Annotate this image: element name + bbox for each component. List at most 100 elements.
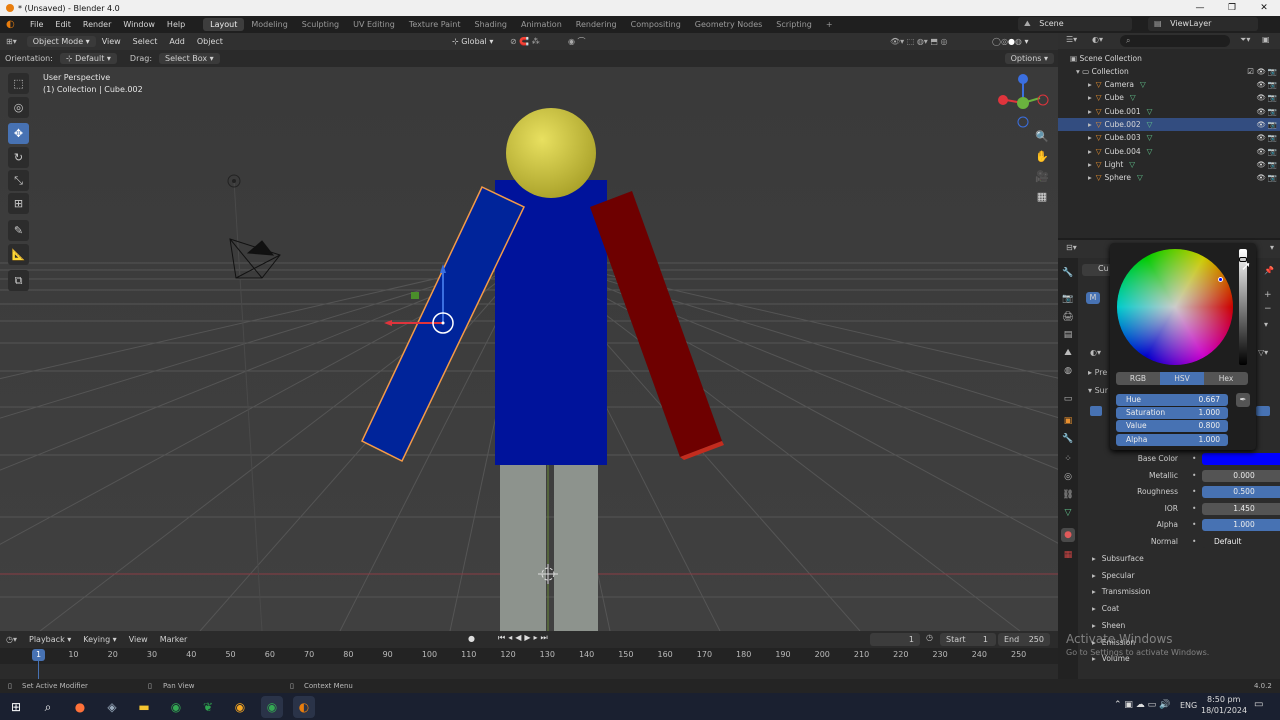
add-cube-tool-icon[interactable]: ⧉ xyxy=(8,270,29,291)
outliner-item[interactable]: ▸ ▽ Cube.002 ▽ 👁 📷 xyxy=(1058,117,1280,131)
measure-tool-icon[interactable]: 📐 xyxy=(8,244,29,265)
viewport-menu-select[interactable]: Select xyxy=(127,36,164,47)
visibility-eye-icon[interactable]: 👁 xyxy=(1256,171,1266,184)
render-tab-icon[interactable]: 📷 xyxy=(1061,292,1075,306)
expand-arrow-icon[interactable]: ▸ xyxy=(1092,587,1096,596)
timeline-editor-type-icon[interactable]: ◷▾ xyxy=(0,634,23,645)
property-value-field[interactable]: 0.500 xyxy=(1202,486,1280,499)
workspace-tab-modeling[interactable]: Modeling xyxy=(244,18,294,31)
leaf-app-icon[interactable]: ❦ xyxy=(197,696,219,718)
expand-arrow-icon[interactable]: ▸ xyxy=(1092,604,1096,613)
object-data-icon[interactable]: ▽ xyxy=(1140,80,1146,89)
property-value-field[interactable]: 0.000 xyxy=(1202,469,1280,482)
menu-render[interactable]: Render xyxy=(77,20,117,29)
viewport-menu-object[interactable]: Object xyxy=(191,36,229,47)
filter-icon[interactable]: ⏷▾ xyxy=(1240,35,1250,45)
output-tab-icon[interactable]: 🖨 xyxy=(1061,310,1075,324)
view-layer-selector[interactable]: ▤ ViewLayer xyxy=(1148,17,1258,31)
timeline-menu-playback[interactable]: Playback ▾ xyxy=(23,634,77,645)
render-camera-icon[interactable]: 📷 xyxy=(1268,118,1277,131)
rotate-tool-icon[interactable]: ↻ xyxy=(8,147,29,168)
clock-icon[interactable]: ◷ xyxy=(926,633,933,642)
object-data-icon[interactable]: ▽ xyxy=(1129,160,1135,169)
annotate-tool-icon[interactable]: ✎ xyxy=(8,220,29,241)
material-section[interactable]: ▸ Transmission xyxy=(1092,587,1150,596)
outliner-item[interactable]: ▸ ▽ Light ▽ 👁 📷 xyxy=(1058,158,1280,171)
expand-arrow-icon[interactable]: ▸ xyxy=(1092,554,1096,563)
display-mode-icon[interactable]: ◐▾ xyxy=(1092,35,1103,44)
scale-tool-icon[interactable]: ⤡ xyxy=(8,170,29,191)
render-camera-icon[interactable]: 📷 xyxy=(1268,171,1277,184)
saturation-field[interactable]: Saturation 1.000 xyxy=(1116,407,1228,419)
object-data-icon[interactable]: ▽ xyxy=(1147,147,1153,156)
pin-icon[interactable]: 📌 xyxy=(1264,266,1274,275)
minimize-button[interactable]: — xyxy=(1184,0,1216,16)
outliner-collection[interactable]: ▾ ▭ Collection ☑ 👁 📷 xyxy=(1058,65,1280,78)
tray-icons[interactable]: ⌃ ▣ ☁ ▭ 🔊 xyxy=(1114,700,1170,710)
material-section[interactable]: ▸ Specular xyxy=(1092,571,1135,580)
material-section[interactable]: ▸ Subsurface xyxy=(1092,554,1144,563)
workspace-tab-rendering[interactable]: Rendering xyxy=(569,18,624,31)
remove-slot-icon[interactable]: − xyxy=(1264,304,1272,314)
visibility-eye-icon[interactable]: 👁 xyxy=(1256,65,1266,78)
chrome-active-icon[interactable]: ◉ xyxy=(261,695,283,718)
transform-tool-icon[interactable]: ⊞ xyxy=(8,193,29,214)
chrome-icon[interactable]: ◉ xyxy=(165,696,187,718)
render-camera-icon[interactable]: 📷 xyxy=(1268,65,1277,78)
viewport-visibility-icons[interactable]: 👁▾ ⬚ ◍▾ ⬒ ◎ xyxy=(884,36,953,47)
scene-selector[interactable]: ⛰ Scene xyxy=(1018,17,1132,31)
expand-arrow-icon[interactable]: ▸ xyxy=(1088,133,1092,142)
hex-tab[interactable]: Hex xyxy=(1204,372,1248,385)
outliner-item[interactable]: ▸ ▽ Sphere ▽ 👁 📷 xyxy=(1058,171,1280,184)
properties-editor-type-icon[interactable]: ⊟▾ xyxy=(1066,243,1077,252)
menu-window[interactable]: Window xyxy=(117,20,161,29)
surface-section[interactable]: ▾ Sur xyxy=(1088,386,1108,395)
outliner-item[interactable]: ▸ ▽ Cube ▽ 👁 📷 xyxy=(1058,91,1280,104)
expand-arrow-icon[interactable]: ▸ xyxy=(1088,80,1092,89)
render-camera-icon[interactable]: 📷 xyxy=(1268,91,1277,104)
clock-date[interactable]: 18/01/2024 xyxy=(1201,706,1247,715)
view-layer-tab-icon[interactable]: ▤ xyxy=(1061,328,1075,342)
scene-tab-icon[interactable]: ⛰ xyxy=(1061,346,1075,360)
camera-view-icon[interactable]: 🎥 xyxy=(1032,167,1052,187)
expand-arrow-icon[interactable]: ▸ xyxy=(1088,107,1092,116)
playhead[interactable]: 1 xyxy=(32,649,45,661)
firefox-icon[interactable]: ● xyxy=(69,696,91,718)
move-tool-icon[interactable]: ✥ xyxy=(8,123,29,144)
timeline-ruler[interactable]: 1 10 20 30 40 50 60 70 80 90 100 110 120 130 140 150 16… xyxy=(0,648,1058,679)
material-section[interactable]: ▸ Coat xyxy=(1092,604,1119,613)
expand-arrow-icon[interactable]: ▸ xyxy=(1088,173,1092,182)
collection-tab-icon[interactable]: ▭ xyxy=(1061,392,1075,406)
color-wheel-cursor[interactable] xyxy=(1218,277,1223,282)
property-socket-icon[interactable]: • xyxy=(1192,452,1196,466)
blender-taskbar-icon[interactable]: ◐ xyxy=(293,695,315,718)
timeline-menu-view[interactable]: View xyxy=(123,634,154,645)
workspace-tab-geometry-nodes[interactable]: Geometry Nodes xyxy=(688,18,769,31)
property-socket-icon[interactable]: • xyxy=(1192,518,1196,532)
workspace-tab-layout[interactable]: Layout xyxy=(203,18,245,31)
visibility-eye-icon[interactable]: 👁 xyxy=(1256,145,1266,158)
visibility-eye-icon[interactable]: 👁 xyxy=(1256,91,1266,104)
snap-icon[interactable]: ⊘ 🧲 ⁂ xyxy=(504,36,546,47)
hsv-tab[interactable]: HSV xyxy=(1160,372,1204,385)
mode-dropdown[interactable]: Object Mode ▾ xyxy=(26,36,96,47)
outliner-scene-collection[interactable]: ▣ Scene Collection xyxy=(1058,52,1280,65)
material-section[interactable]: ▸ Sheen xyxy=(1092,621,1125,630)
outliner-search-input[interactable]: ⌕ xyxy=(1120,35,1230,47)
visibility-eye-icon[interactable]: 👁 xyxy=(1256,131,1266,144)
object-data-icon[interactable]: ▽ xyxy=(1137,173,1143,182)
workspace-tab-uv-editing[interactable]: UV Editing xyxy=(346,18,402,31)
value-field[interactable]: Value 0.800 xyxy=(1116,420,1228,432)
menu-edit[interactable]: Edit xyxy=(49,20,77,29)
workspace-tab-scripting[interactable]: Scripting xyxy=(769,18,819,31)
object-data-icon[interactable]: ▽ xyxy=(1130,93,1136,102)
add-slot-icon[interactable]: + xyxy=(1264,290,1272,300)
color-wheel[interactable] xyxy=(1117,249,1233,365)
expand-arrow-icon[interactable]: ▸ xyxy=(1088,147,1092,156)
render-camera-icon[interactable]: 📷 xyxy=(1268,78,1277,91)
outliner-editor-type-icon[interactable]: ☰▾ xyxy=(1066,35,1077,44)
new-collection-icon[interactable]: ▣ xyxy=(1262,35,1270,44)
proportional-edit-icon[interactable]: ◉ ⌒ xyxy=(562,35,592,48)
browser-app-icon[interactable]: ◉ xyxy=(229,696,251,718)
render-camera-icon[interactable]: 📷 xyxy=(1268,158,1277,171)
